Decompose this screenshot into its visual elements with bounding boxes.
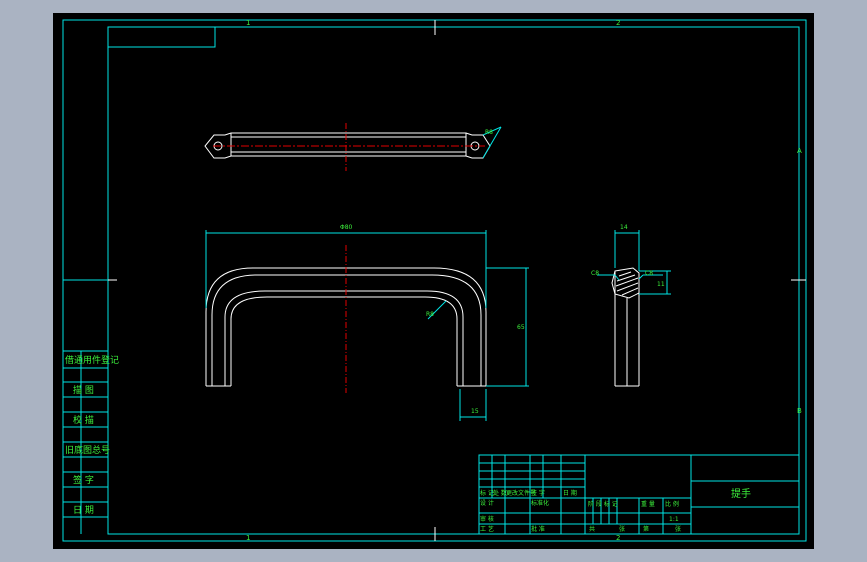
tb-rev-sign: 签 字 [531, 489, 545, 497]
outer-frame [62, 19, 807, 542]
zone-label-top-1: 1 [246, 19, 250, 27]
side-row-sign: 签 字 [73, 474, 94, 486]
dim-side-top: 14 [620, 224, 628, 231]
zone-label-right-b: B [797, 407, 802, 415]
tb-sheets: 张 [619, 525, 625, 533]
tb-rev-mark: 标 记 [480, 489, 494, 497]
cad-drawing: 1 2 1 2 A B 借通用件登记 描 图 校 描 旧底图总号 签 字 日 期 [62, 19, 807, 542]
zone-label-right-a: A [797, 147, 802, 155]
tb-approve: 批 准 [531, 525, 545, 533]
dim-side-chamfer-left: C8 [591, 270, 599, 277]
inner-frame [107, 26, 800, 535]
zone-label-bottom-1: 1 [246, 534, 250, 542]
side-table [63, 279, 108, 534]
tb-craft: 工 艺 [480, 525, 494, 533]
tb-scale: 比 例 [665, 500, 679, 508]
dim-side-height: 11 [657, 281, 665, 288]
dim-front-leg: 15 [471, 408, 479, 415]
drawing-canvas: 1 2 1 2 A B 借通用件登记 描 图 校 描 旧底图总号 签 字 日 期 [53, 13, 814, 549]
side-row-check: 校 描 [73, 414, 94, 426]
tb-page-sheets: 张 [675, 525, 681, 533]
tb-stage-mark: 阶 段 标 记 [588, 500, 618, 508]
side-view [597, 230, 671, 387]
tb-review: 审 核 [480, 515, 494, 523]
tb-rev-date: 日 期 [563, 489, 577, 497]
tb-standardize: 标准化 [531, 499, 549, 507]
corner-label-box [108, 27, 216, 48]
zone-label-bottom-2: 2 [616, 534, 620, 542]
tb-part-name: 提手 [731, 487, 751, 500]
side-row-trace: 描 图 [73, 384, 94, 396]
zone-label-top-2: 2 [616, 19, 620, 27]
dim-side-chamfer-right: C8 [645, 270, 653, 277]
front-view [205, 230, 529, 421]
tb-design: 设 计 [480, 499, 494, 507]
dim-front-radius: R8 [426, 311, 434, 318]
tb-page: 第 [643, 525, 649, 533]
dim-top-r8: R8 [485, 129, 493, 136]
dim-front-width: Φ80 [340, 224, 353, 231]
tb-weight: 重 量 [641, 500, 655, 508]
top-view [204, 123, 502, 171]
dim-front-height: 65 [517, 324, 525, 331]
side-row-old-number: 旧底图总号 [65, 444, 110, 456]
side-row-date: 日 期 [73, 505, 94, 516]
tb-total: 共 [589, 525, 595, 533]
tb-rev-count: 处 数 [493, 489, 507, 497]
tb-scale-value: 1:1 [669, 516, 679, 523]
side-row-register: 借通用件登记 [65, 354, 119, 366]
